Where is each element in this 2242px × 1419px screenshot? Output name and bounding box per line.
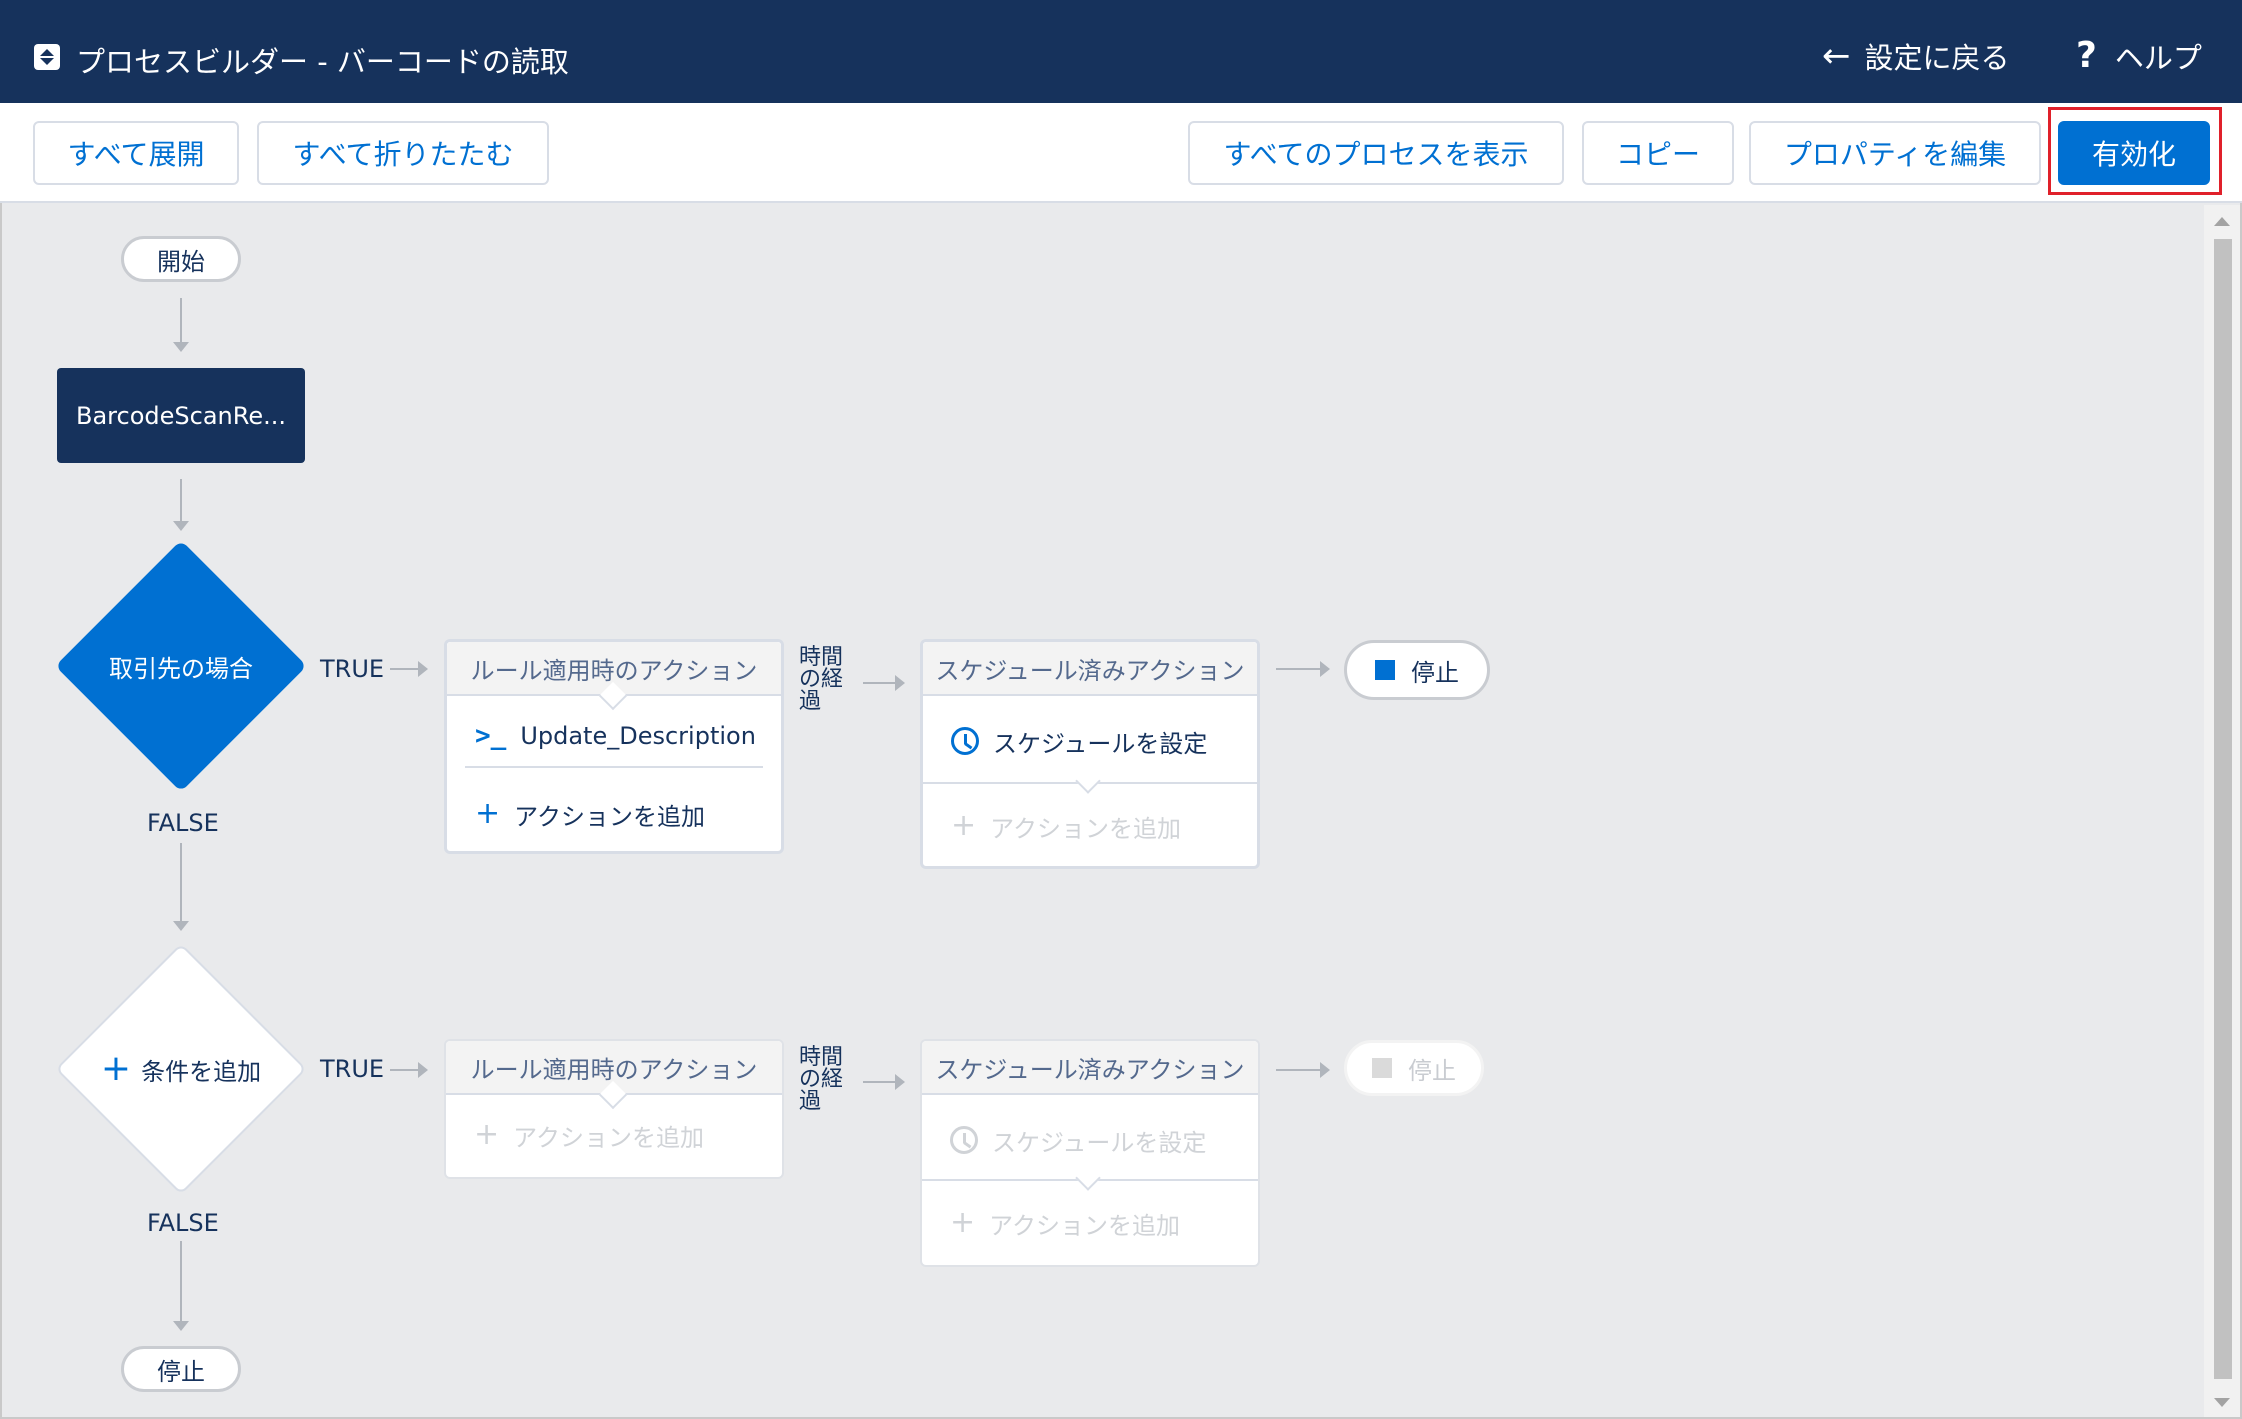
start-label: 開始 <box>157 247 205 276</box>
add-action-button[interactable]: + アクションを追加 <box>446 1113 782 1157</box>
immediate-actions-card-2: ルール適用時のアクション + アクションを追加 <box>444 1039 784 1179</box>
immediate-actions-header: ルール適用時のアクション <box>446 1041 782 1095</box>
toolbar: すべて展開 すべて折りたたむ すべてのプロセスを表示 コピー プロパティを編集 … <box>0 103 2242 203</box>
action-name: Update_Description <box>520 722 756 750</box>
scroll-up-icon[interactable] <box>2214 217 2230 226</box>
scrollbar-thumb[interactable] <box>2214 239 2232 1379</box>
arrow-left-icon: ← <box>1822 36 1851 76</box>
expand-all-button[interactable]: すべて展開 <box>33 121 239 185</box>
vertical-scrollbar[interactable] <box>2204 205 2240 1417</box>
set-schedule-label: スケジュールを設定 <box>993 729 1208 758</box>
connector-arrow <box>173 479 189 531</box>
stop-label: 停止 <box>1411 658 1459 687</box>
connector-arrow <box>173 843 189 931</box>
back-to-setup-link[interactable]: ← 設定に戻る <box>1822 36 2010 76</box>
criteria-node-2[interactable]: + 条件を追加 <box>55 943 307 1195</box>
scheduled-actions-header: スケジュール済みアクション <box>923 642 1257 696</box>
scheduled-add-action-button[interactable]: + アクションを追加 <box>922 1201 1258 1245</box>
connector-arrow <box>1276 1062 1330 1078</box>
clock-icon <box>951 727 979 755</box>
stop-icon <box>1372 1058 1392 1078</box>
copy-button[interactable]: コピー <box>1582 121 1734 185</box>
plus-icon: + <box>474 1117 500 1152</box>
trigger-object-label: BarcodeScanRe... <box>76 401 286 430</box>
set-schedule-button[interactable]: スケジュールを設定 <box>922 1115 1258 1165</box>
time-elapsed-label: 時間 の経 過 <box>799 1045 844 1114</box>
end-node: 停止 <box>121 1346 241 1392</box>
stop-icon <box>1375 660 1395 680</box>
connector-arrow <box>1276 661 1330 677</box>
apex-icon: >_ <box>475 721 507 751</box>
time-elapsed-label: 時間 の経 過 <box>799 645 844 714</box>
add-criteria-label: 条件を追加 <box>141 1057 262 1086</box>
connector-arrow <box>390 1062 428 1078</box>
edit-properties-button[interactable]: プロパティを編集 <box>1749 121 2041 185</box>
connector-arrow <box>173 298 189 352</box>
page-title: プロセスビルダー - バーコードの読取 <box>76 45 569 79</box>
question-icon: ? <box>2076 35 2097 76</box>
add-action-label: アクションを追加 <box>990 814 1181 843</box>
view-all-processes-button[interactable]: すべてのプロセスを表示 <box>1188 121 1564 185</box>
start-node: 開始 <box>121 236 241 282</box>
divider <box>465 766 763 768</box>
set-schedule-button[interactable]: スケジュールを設定 <box>923 716 1257 766</box>
add-action-label: アクションを追加 <box>513 1123 704 1152</box>
false-label: FALSE <box>147 809 219 837</box>
add-action-label: アクションを追加 <box>514 802 705 831</box>
add-action-label: アクションを追加 <box>989 1211 1180 1240</box>
connector-arrow <box>390 661 428 677</box>
false-label: FALSE <box>147 1209 219 1237</box>
scroll-down-icon[interactable] <box>2214 1398 2230 1407</box>
plus-icon: + <box>950 1205 976 1240</box>
end-label: 停止 <box>157 1357 205 1386</box>
scheduled-actions-card-2: スケジュール済みアクション スケジュールを設定 + アクションを追加 <box>920 1039 1260 1267</box>
app-header: プロセスビルダー - バーコードの読取 ← 設定に戻る ? ヘルプ <box>0 0 2242 103</box>
criteria-1-name: 取引先の場合 <box>109 654 253 683</box>
scheduled-actions-card-1: スケジュール済みアクション スケジュールを設定 + アクションを追加 <box>920 639 1260 869</box>
back-to-setup-label: 設定に戻る <box>1864 41 2010 75</box>
scheduled-add-action-button[interactable]: + アクションを追加 <box>923 804 1257 848</box>
notch <box>1075 1165 1101 1191</box>
connector-arrow <box>863 1074 905 1090</box>
stop-label: 停止 <box>1408 1056 1456 1085</box>
plus-icon: + <box>475 796 501 831</box>
add-action-button[interactable]: + アクションを追加 <box>447 792 781 836</box>
set-schedule-label: スケジュールを設定 <box>992 1128 1207 1157</box>
plus-icon: + <box>100 1048 132 1089</box>
true-label: TRUE <box>320 655 385 683</box>
scheduled-actions-header: スケジュール済みアクション <box>922 1041 1258 1095</box>
immediate-actions-header: ルール適用時のアクション <box>447 642 781 696</box>
immediate-actions-card-1: ルール適用時のアクション >_ Update_Description + アクシ… <box>444 639 784 854</box>
process-builder-icon <box>34 44 60 70</box>
action-item[interactable]: >_ Update_Description <box>447 714 781 758</box>
collapse-all-button[interactable]: すべて折りたたむ <box>257 121 549 185</box>
plus-icon: + <box>951 808 977 843</box>
notch <box>1075 768 1101 794</box>
connector-arrow <box>863 675 905 691</box>
stop-node-1: 停止 <box>1344 640 1490 700</box>
activate-highlight-box <box>2048 107 2222 195</box>
connector-arrow <box>173 1241 189 1331</box>
help-label: ヘルプ <box>2114 41 2202 75</box>
trigger-object-node[interactable]: BarcodeScanRe... <box>57 368 305 463</box>
help-link[interactable]: ? ヘルプ <box>2076 36 2202 76</box>
criteria-node-1[interactable]: 取引先の場合 <box>55 540 307 792</box>
true-label: TRUE <box>320 1055 385 1083</box>
clock-icon <box>950 1126 978 1154</box>
stop-node-2: 停止 <box>1344 1040 1484 1096</box>
